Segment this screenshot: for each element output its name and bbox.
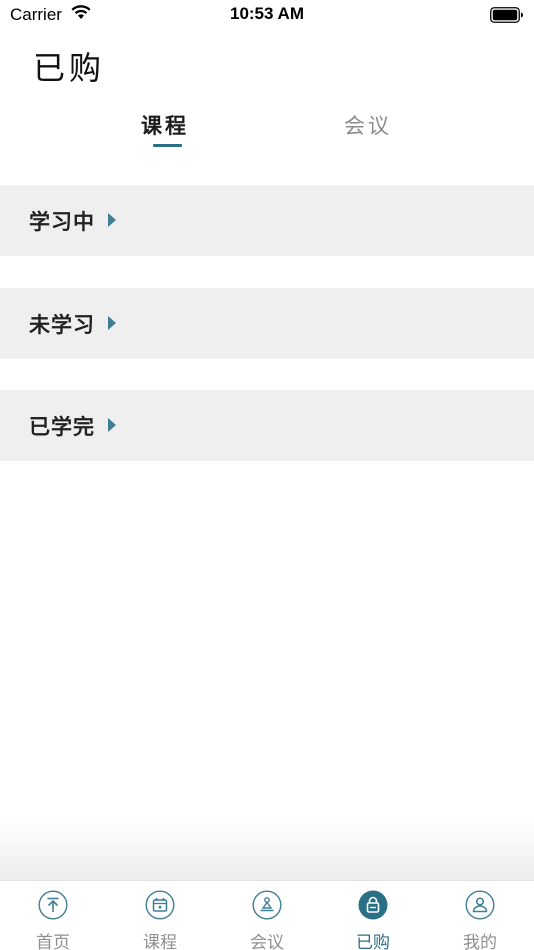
tab-course[interactable]: 课程 xyxy=(141,110,189,140)
tab-bar-item-home[interactable]: 首页 xyxy=(0,881,106,950)
meeting-icon xyxy=(252,890,282,924)
tab-bar-item-meeting[interactable]: 会议 xyxy=(214,881,320,950)
bottom-tab-bar: 首页 课程 会议 已购 我的 xyxy=(0,880,534,950)
section-label: 未学习 xyxy=(29,312,95,337)
home-arrow-icon xyxy=(38,890,68,924)
status-time: 10:53 AM xyxy=(229,4,304,23)
tab-bar-label: 首页 xyxy=(36,933,70,950)
active-tab-indicator xyxy=(153,144,182,147)
tab-bar-label: 我的 xyxy=(463,933,497,950)
section-label: 已学完 xyxy=(29,414,95,439)
section-completed[interactable]: 已学完 xyxy=(0,390,534,461)
caret-right-icon xyxy=(108,417,116,436)
caret-right-icon xyxy=(108,315,116,334)
section-not-started[interactable]: 未学习 xyxy=(0,288,534,359)
tab-bar-label: 已购 xyxy=(356,933,390,950)
tab-bar-item-mine[interactable]: 我的 xyxy=(427,881,533,950)
section-label: 学习中 xyxy=(29,209,95,234)
status-bar: Carrier 10:53 AM xyxy=(0,0,534,30)
tab-meeting[interactable]: 会议 xyxy=(344,110,392,140)
lock-icon xyxy=(358,890,388,924)
tab-bar-item-course[interactable]: 课程 xyxy=(107,881,213,950)
section-in-progress[interactable]: 学习中 xyxy=(0,185,534,256)
content-tabs: 课程 会议 xyxy=(0,110,534,150)
calendar-icon xyxy=(145,890,175,924)
page-title: 已购 xyxy=(33,49,106,87)
caret-right-icon xyxy=(108,212,116,231)
tab-bar-label: 会议 xyxy=(250,933,284,950)
battery-icon xyxy=(490,7,524,27)
tab-bar-shadow xyxy=(0,815,534,880)
tab-bar-label: 课程 xyxy=(143,933,177,950)
person-icon xyxy=(465,890,495,924)
tab-bar-item-purchased[interactable]: 已购 xyxy=(320,881,426,950)
